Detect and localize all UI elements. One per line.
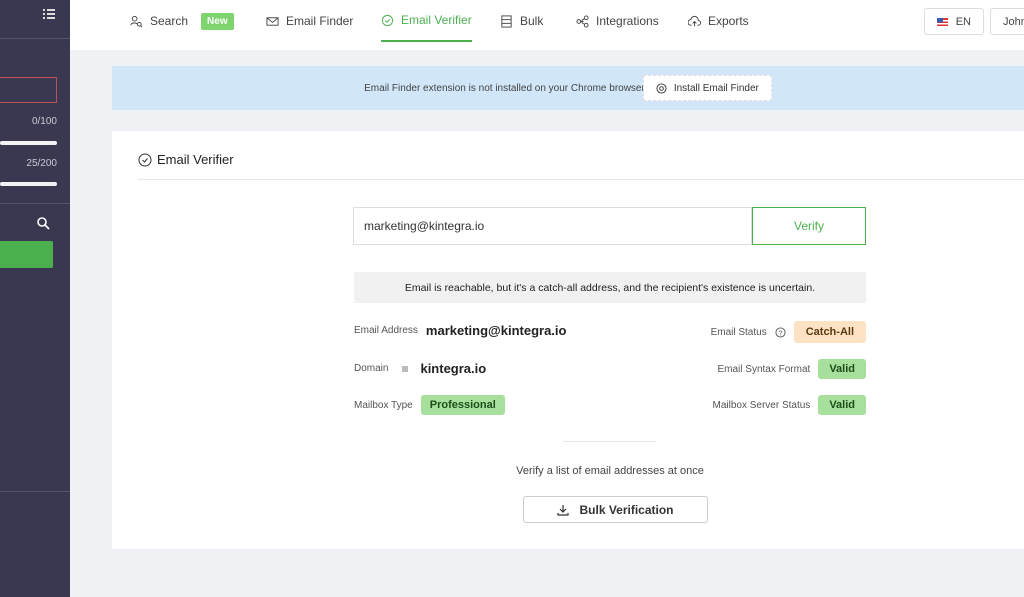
button-label: Install Email Finder: [673, 82, 759, 94]
syntax-badge: Valid: [818, 359, 866, 379]
sidebar-action-button[interactable]: [0, 241, 53, 268]
card-header: Email Verifier: [138, 152, 234, 167]
divider: [138, 179, 1024, 180]
mailbox-type-row: Mailbox Type Professional: [354, 395, 505, 415]
check-circle-icon: [381, 14, 394, 26]
tab-label: Email Verifier: [401, 13, 472, 27]
tab-label: Exports: [708, 14, 749, 28]
tab-email-verifier[interactable]: Email Verifier: [381, 0, 472, 42]
credits-bar: [0, 141, 57, 145]
sidebar-input[interactable]: [0, 77, 57, 103]
menu-list-icon[interactable]: [43, 9, 55, 20]
tab-bulk[interactable]: Bulk: [500, 0, 543, 42]
tab-label: Integrations: [596, 14, 659, 28]
label: Email Syntax Format: [717, 363, 811, 375]
tab-label: Search: [150, 14, 189, 28]
sidebar: 0/100 25/200: [0, 0, 70, 597]
email-status-badge: Catch-All: [793, 321, 866, 343]
divider: [563, 441, 656, 442]
label: Email Address: [354, 325, 418, 336]
top-nav: Search New Email Finder Email Verifier B…: [70, 0, 1024, 50]
label: Domain: [354, 363, 389, 374]
server-status-badge: Valid: [818, 395, 866, 415]
tab-search[interactable]: Search New: [130, 0, 234, 42]
label: Mailbox Type: [354, 399, 413, 411]
chrome-icon: [656, 82, 667, 94]
integrations-icon: [576, 14, 589, 28]
tab-email-finder[interactable]: Email Finder: [266, 0, 353, 42]
email-verifier-card: Email Verifier Verify Email is reachable…: [112, 131, 1024, 549]
page-title: Email Verifier: [157, 152, 234, 167]
divider: [0, 491, 70, 492]
credits-bar: [0, 182, 57, 186]
email-address-value: marketing@kintegra.io: [425, 323, 567, 338]
button-label: Bulk Verification: [579, 502, 674, 517]
cloud-upload-icon: [688, 15, 701, 26]
help-icon[interactable]: ?: [775, 326, 786, 338]
list-icon: [501, 14, 512, 28]
bulk-text: Verify a list of email addresses at once: [516, 465, 704, 477]
email-address-row: Email Address marketing@kintegra.io: [354, 323, 566, 338]
bulk-verification-button[interactable]: Bulk Verification: [523, 496, 708, 523]
credits-count: 0/100: [31, 116, 57, 127]
banner-text: Email Finder extension is not installed …: [364, 82, 645, 94]
mailbox-type-badge: Professional: [420, 395, 505, 415]
check-circle-icon: [138, 153, 152, 166]
svg-text:?: ?: [778, 328, 782, 337]
label: Email Status: [710, 326, 767, 338]
tab-label: Email Finder: [286, 14, 354, 28]
favicon-icon: [402, 365, 409, 372]
user-name: John: [1003, 15, 1024, 28]
server-status-row: Mailbox Server Status Valid: [712, 395, 866, 415]
verify-button[interactable]: Verify: [752, 207, 866, 245]
new-badge: New: [201, 12, 234, 30]
user-search-icon: [130, 15, 143, 27]
us-flag-icon: [937, 17, 948, 26]
language-label: EN: [955, 15, 971, 28]
download-icon: [557, 504, 570, 516]
tab-label: Bulk: [520, 14, 544, 28]
label: Mailbox Server Status: [712, 399, 811, 411]
tab-exports[interactable]: Exports: [688, 0, 749, 42]
extension-banner: Email Finder extension is not installed …: [112, 66, 1024, 110]
language-selector[interactable]: EN: [924, 8, 984, 35]
mail-icon: [266, 16, 279, 26]
install-email-finder-button[interactable]: Install Email Finder: [642, 75, 772, 101]
user-menu[interactable]: John: [990, 8, 1024, 35]
email-status-row: Email Status ? Catch-All: [711, 321, 866, 343]
syntax-row: Email Syntax Format Valid: [717, 359, 866, 379]
divider: [0, 203, 70, 204]
tab-integrations[interactable]: Integrations: [576, 0, 659, 42]
email-input[interactable]: [353, 207, 752, 245]
domain-row: Domain kintegra.io: [354, 361, 486, 376]
result-message: Email is reachable, but it's a catch-all…: [354, 272, 866, 303]
search-icon[interactable]: [37, 217, 50, 230]
domain-value: kintegra.io: [420, 361, 487, 376]
credits-count: 25/200: [26, 158, 57, 169]
divider: [0, 38, 70, 39]
